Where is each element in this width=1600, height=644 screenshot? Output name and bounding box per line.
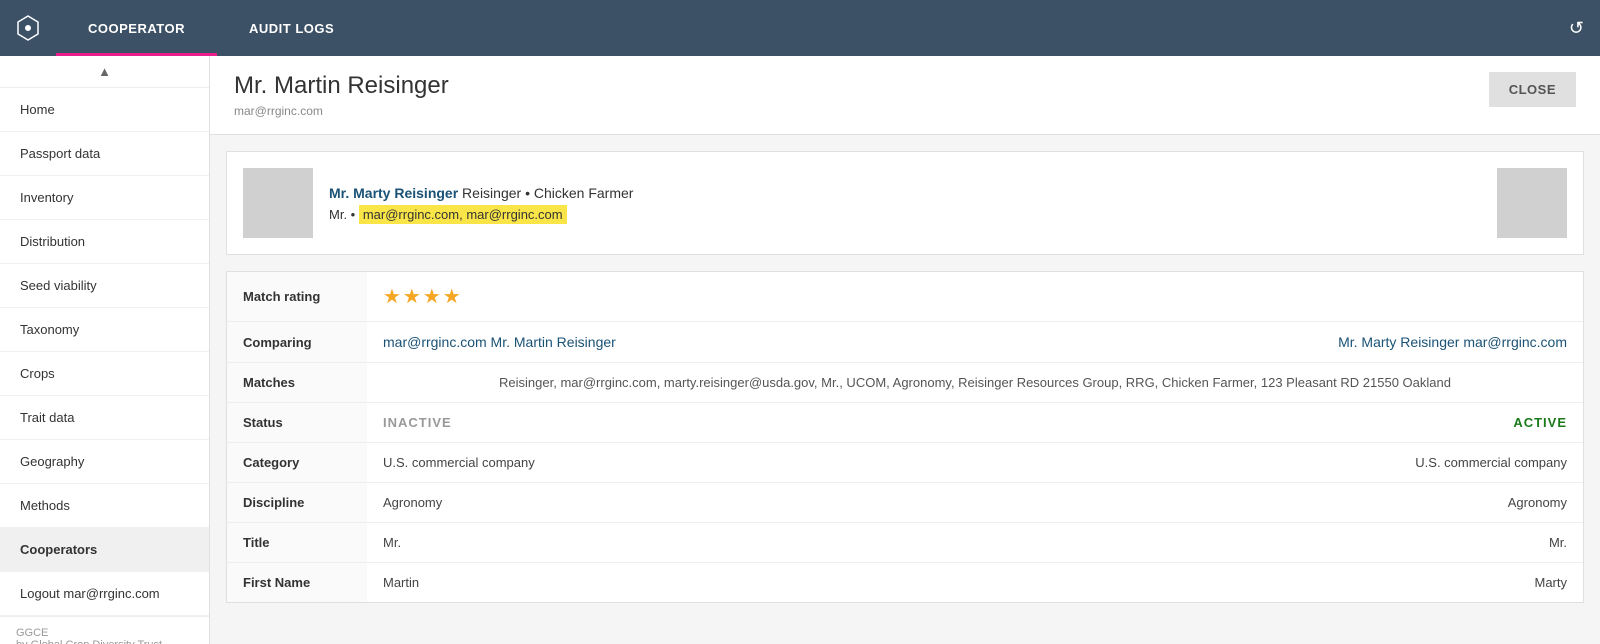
- tab-cooperator[interactable]: COOPERATOR: [56, 0, 217, 56]
- comparing-values: mar@rrginc.com Mr. Martin Reisinger Mr. …: [367, 322, 1583, 363]
- category-right: U.S. commercial company: [1415, 455, 1567, 470]
- app-logo: [0, 14, 56, 42]
- sidebar-item-methods[interactable]: Methods: [0, 484, 209, 528]
- avatar-left: [243, 168, 313, 238]
- discipline-row: Discipline Agronomy Agronomy: [227, 483, 1583, 523]
- sidebar-item-crops[interactable]: Crops: [0, 352, 209, 396]
- sidebar-item-passport-data[interactable]: Passport data: [0, 132, 209, 176]
- discipline-label: Discipline: [227, 483, 367, 523]
- match-email-highlight: mar@rrginc.com, mar@rrginc.com: [359, 205, 567, 224]
- refresh-icon[interactable]: ↺: [1569, 18, 1584, 39]
- sidebar: ▲ Home Passport data Inventory Distribut…: [0, 56, 210, 644]
- match-email-line: Mr. • mar@rrginc.com, mar@rrginc.com: [329, 207, 1481, 222]
- header-email: mar@rrginc.com: [234, 104, 449, 118]
- content-area: Mr. Martin Reisinger mar@rrginc.com CLOS…: [210, 56, 1600, 644]
- match-card-info: Mr. Marty Reisinger Reisinger • Chicken …: [329, 185, 1481, 222]
- matches-value: Reisinger, mar@rrginc.com, marty.reising…: [367, 363, 1583, 403]
- firstname-right: Marty: [1535, 575, 1568, 590]
- avatar-right: [1497, 168, 1567, 238]
- match-rating-stars: ★★★★: [367, 272, 1583, 322]
- comparing-left: mar@rrginc.com Mr. Martin Reisinger: [383, 334, 616, 350]
- close-button[interactable]: CLOSE: [1489, 72, 1576, 107]
- status-label: Status: [227, 403, 367, 443]
- title-row: Title Mr. Mr.: [227, 523, 1583, 563]
- firstname-label: First Name: [227, 563, 367, 603]
- sidebar-item-inventory[interactable]: Inventory: [0, 176, 209, 220]
- match-email-prefix: Mr. •: [329, 207, 355, 222]
- top-navigation: COOPERATOR AUDIT LOGS ↺: [0, 0, 1600, 56]
- sidebar-item-trait-data[interactable]: Trait data: [0, 396, 209, 440]
- sidebar-footer: GGCE by Global Crop Diversity Trust: [0, 616, 209, 644]
- firstname-row: First Name Martin Marty: [227, 563, 1583, 603]
- tab-audit-logs[interactable]: AUDIT LOGS: [217, 0, 366, 56]
- category-row: Category U.S. commercial company U.S. co…: [227, 443, 1583, 483]
- comparison-table: Match rating ★★★★ Comparing mar@rrginc.c…: [226, 271, 1584, 603]
- sidebar-item-home[interactable]: Home: [0, 88, 209, 132]
- sidebar-item-cooperators[interactable]: Cooperators: [0, 528, 209, 572]
- nav-tabs: COOPERATOR AUDIT LOGS: [56, 0, 366, 56]
- sidebar-scroll-up[interactable]: ▲: [0, 56, 209, 88]
- discipline-left: Agronomy: [383, 495, 442, 510]
- sidebar-item-taxonomy[interactable]: Taxonomy: [0, 308, 209, 352]
- firstname-values: Martin Marty: [367, 563, 1583, 603]
- footer-trust: by Global Crop Diversity Trust: [16, 639, 193, 644]
- title-values: Mr. Mr.: [367, 523, 1583, 563]
- sidebar-item-distribution[interactable]: Distribution: [0, 220, 209, 264]
- sidebar-item-geography[interactable]: Geography: [0, 440, 209, 484]
- match-name-line: Mr. Marty Reisinger Reisinger • Chicken …: [329, 185, 1481, 201]
- status-left: INACTIVE: [383, 415, 452, 430]
- content-header: Mr. Martin Reisinger mar@rrginc.com CLOS…: [210, 56, 1600, 135]
- firstname-left: Martin: [383, 575, 419, 590]
- matches-row: Matches Reisinger, mar@rrginc.com, marty…: [227, 363, 1583, 403]
- matches-label: Matches: [227, 363, 367, 403]
- comparing-label: Comparing: [227, 322, 367, 363]
- discipline-right: Agronomy: [1508, 495, 1567, 510]
- match-rating-label: Match rating: [227, 272, 367, 322]
- category-label: Category: [227, 443, 367, 483]
- match-name-suffix: Reisinger • Chicken Farmer: [462, 185, 633, 201]
- page-title: Mr. Martin Reisinger: [234, 72, 449, 100]
- title-left: Mr.: [383, 535, 401, 550]
- footer-ggce: GGCE: [16, 627, 193, 639]
- status-row: Status INACTIVE ACTIVE: [227, 403, 1583, 443]
- category-left: U.S. commercial company: [383, 455, 535, 470]
- match-highlight-name: Mr. Marty Reisinger: [329, 185, 458, 201]
- stars-display: ★★★★: [383, 286, 463, 308]
- category-values: U.S. commercial company U.S. commercial …: [367, 443, 1583, 483]
- status-right: ACTIVE: [1513, 415, 1567, 430]
- comparing-right: Mr. Marty Reisinger mar@rrginc.com: [1338, 334, 1567, 350]
- discipline-values: Agronomy Agronomy: [367, 483, 1583, 523]
- title-right: Mr.: [1549, 535, 1567, 550]
- match-rating-row: Match rating ★★★★: [227, 272, 1583, 322]
- title-label: Title: [227, 523, 367, 563]
- main-layout: ▲ Home Passport data Inventory Distribut…: [0, 56, 1600, 644]
- sidebar-item-seed-viability[interactable]: Seed viability: [0, 264, 209, 308]
- comparing-row: Comparing mar@rrginc.com Mr. Martin Reis…: [227, 322, 1583, 363]
- sidebar-item-logout[interactable]: Logout mar@rrginc.com: [0, 572, 209, 616]
- status-values: INACTIVE ACTIVE: [367, 403, 1583, 443]
- content-header-left: Mr. Martin Reisinger mar@rrginc.com: [234, 72, 449, 118]
- match-card: Mr. Marty Reisinger Reisinger • Chicken …: [226, 151, 1584, 255]
